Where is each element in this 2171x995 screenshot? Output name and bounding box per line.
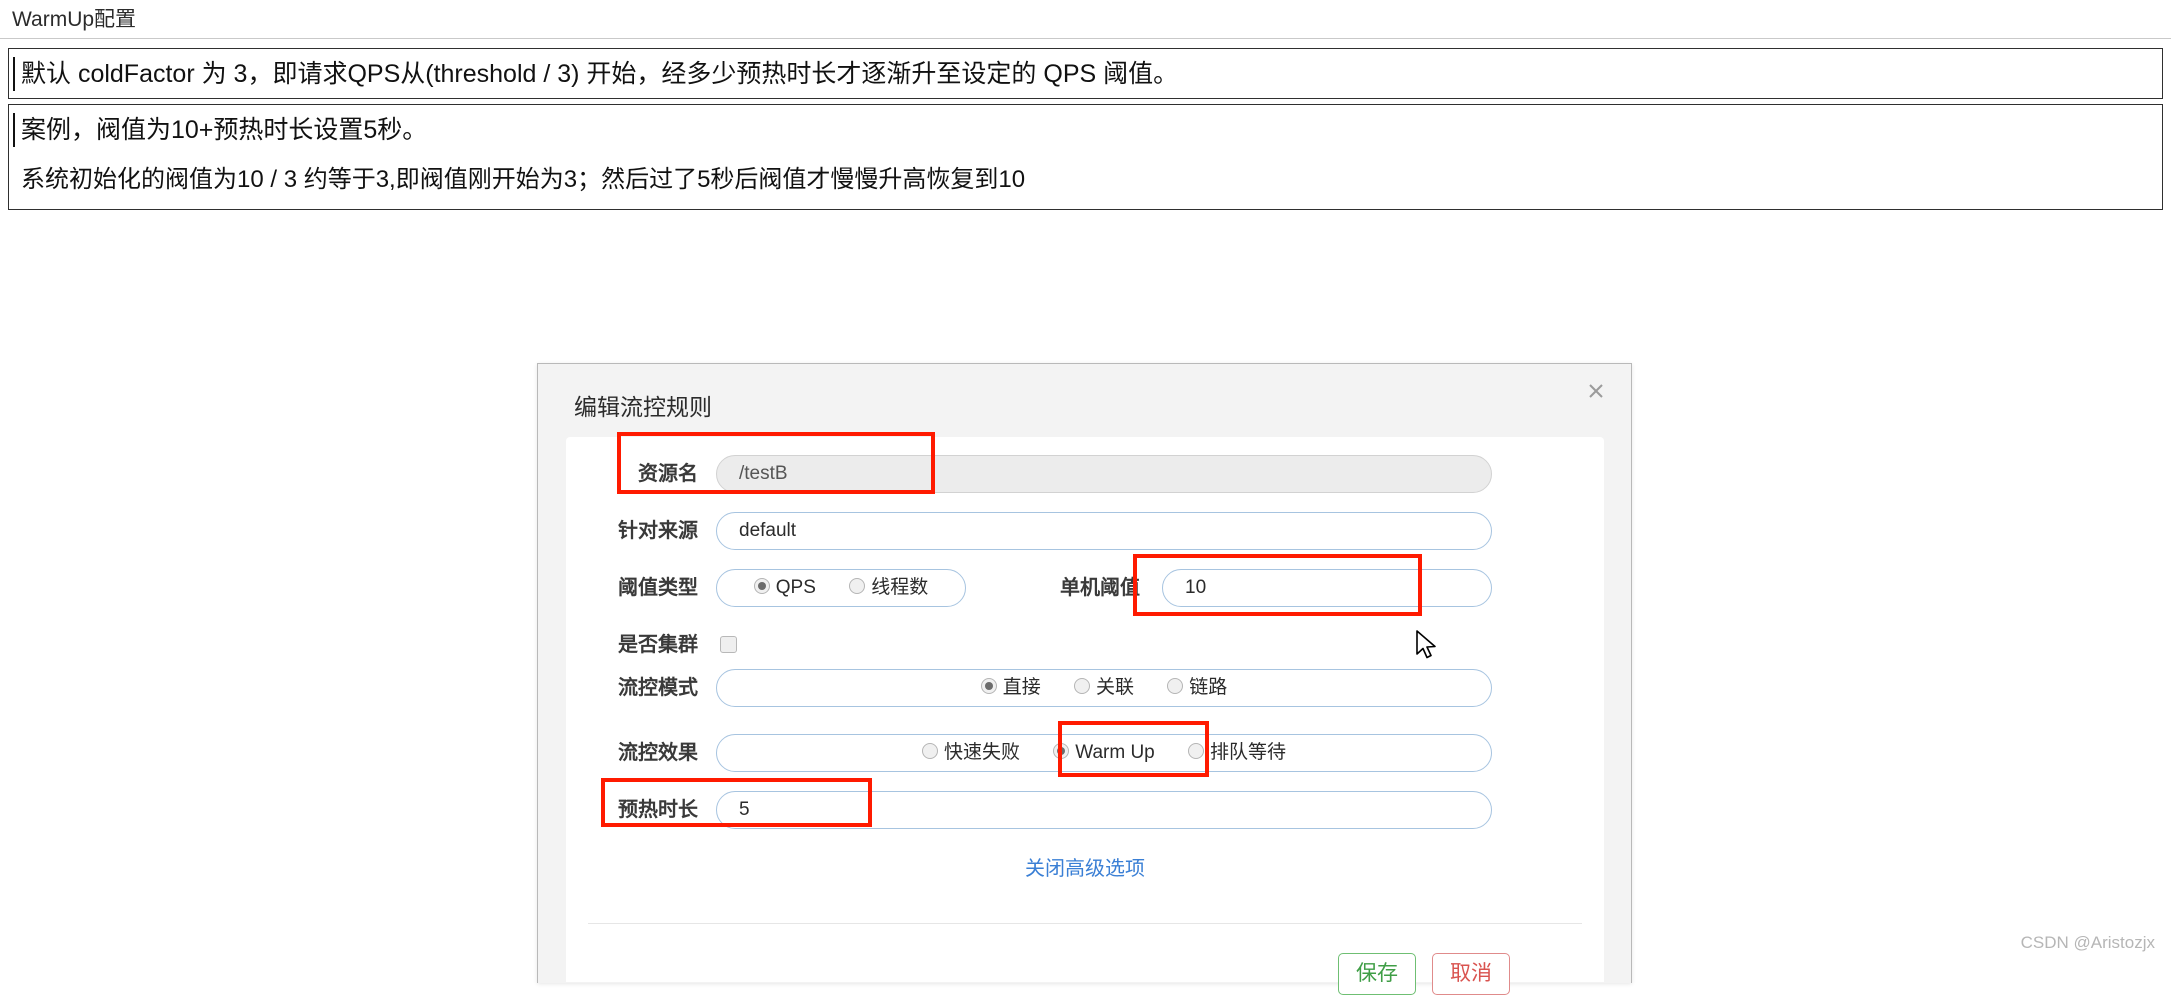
- note-line: 默认 coldFactor 为 3，即请求QPS从(threshold / 3)…: [9, 49, 2162, 99]
- form-row-threshold-type: 阈值类型 QPS 线程数 单机阈值 10: [566, 565, 1604, 611]
- radio-qps[interactable]: QPS: [753, 570, 816, 606]
- note-box-example: 案例，阀值为10+预热时长设置5秒。 系统初始化的阀值为10 / 3 约等于3,…: [8, 104, 2163, 210]
- dialog-title: 编辑流控规则: [574, 394, 712, 420]
- radio-dot-icon: [1053, 743, 1070, 759]
- form-row-flow-effect: 流控效果 快速失败 Warm Up 排队等待: [566, 730, 1604, 776]
- origin-label: 针对来源: [618, 520, 698, 542]
- form-row-resource: 资源名 /testB: [566, 451, 1604, 497]
- radio-fast-fail-label: 快速失败: [943, 742, 1020, 763]
- radio-associated-label: 关联: [1095, 677, 1134, 698]
- radio-dot-icon: [753, 578, 770, 594]
- radio-chain[interactable]: 链路: [1167, 670, 1227, 706]
- threshold-type-radio-group[interactable]: QPS 线程数: [716, 569, 966, 607]
- threshold-type-label: 阈值类型: [618, 577, 698, 599]
- radio-dot-icon: [1188, 743, 1205, 759]
- radio-qps-label: QPS: [775, 577, 816, 598]
- form-row-is-cluster: 是否集群: [566, 622, 1604, 668]
- flow-effect-label: 流控效果: [618, 742, 698, 764]
- radio-dot-icon: [1167, 678, 1184, 694]
- radio-dot-icon: [921, 743, 938, 759]
- note-line: 案例，阀值为10+预热时长设置5秒。: [9, 105, 2162, 155]
- close-icon[interactable]: [1583, 378, 1609, 404]
- radio-warm-up-label: Warm Up: [1075, 742, 1155, 763]
- radio-queue-wait-label: 排队等待: [1210, 742, 1287, 763]
- form-row-warmup-duration: 预热时长 5: [566, 787, 1604, 833]
- radio-associated[interactable]: 关联: [1073, 670, 1134, 706]
- radio-chain-label: 链路: [1189, 677, 1228, 698]
- toggle-advanced-options-link[interactable]: 关闭高级选项: [566, 852, 1604, 881]
- is-cluster-label: 是否集群: [618, 634, 698, 656]
- flow-mode-label: 流控模式: [618, 677, 698, 699]
- warmup-duration-label: 预热时长: [618, 799, 698, 821]
- resource-input[interactable]: /testB: [716, 455, 1492, 493]
- footer-divider: [588, 923, 1582, 924]
- resource-label: 资源名: [638, 463, 698, 485]
- radio-thread-count[interactable]: 线程数: [849, 570, 928, 606]
- watermark: CSDN @Aristozjx: [2020, 933, 2155, 952]
- radio-queue-wait[interactable]: 排队等待: [1188, 735, 1286, 771]
- is-cluster-checkbox[interactable]: [720, 636, 737, 653]
- flow-mode-radio-group[interactable]: 直接 关联 链路: [716, 669, 1492, 707]
- single-threshold-label: 单机阈值: [1060, 577, 1140, 599]
- cancel-button[interactable]: 取消: [1432, 953, 1510, 995]
- radio-dot-icon: [980, 678, 997, 694]
- note-box-primary: 默认 coldFactor 为 3，即请求QPS从(threshold / 3)…: [8, 48, 2163, 99]
- radio-direct-label: 直接: [1002, 677, 1041, 698]
- page-title: WarmUp配置: [0, 0, 2171, 39]
- origin-input[interactable]: default: [716, 512, 1492, 550]
- radio-dot-icon: [849, 578, 866, 594]
- single-threshold-input[interactable]: 10: [1162, 569, 1492, 607]
- form-row-flow-mode: 流控模式 直接 关联 链路: [566, 665, 1604, 711]
- warmup-duration-input[interactable]: 5: [716, 791, 1492, 829]
- save-button[interactable]: 保存: [1338, 953, 1416, 995]
- radio-direct[interactable]: 直接: [980, 670, 1041, 706]
- radio-warm-up[interactable]: Warm Up: [1053, 735, 1155, 771]
- radio-thread-count-label: 线程数: [871, 577, 929, 598]
- form-row-origin: 针对来源 default: [566, 508, 1604, 554]
- radio-fast-fail[interactable]: 快速失败: [921, 735, 1020, 771]
- note-line: 系统初始化的阀值为10 / 3 约等于3,即阀值刚开始为3；然后过了5秒后阀值才…: [21, 166, 1026, 193]
- flow-effect-radio-group[interactable]: 快速失败 Warm Up 排队等待: [716, 734, 1492, 772]
- radio-dot-icon: [1073, 678, 1090, 694]
- form-panel: 资源名 /testB 针对来源 default 阈值类型 QPS 线程数 单机阈…: [566, 437, 1604, 995]
- edit-flow-rule-dialog: 编辑流控规则 资源名 /testB 针对来源 default 阈值类型 QPS: [537, 363, 1632, 995]
